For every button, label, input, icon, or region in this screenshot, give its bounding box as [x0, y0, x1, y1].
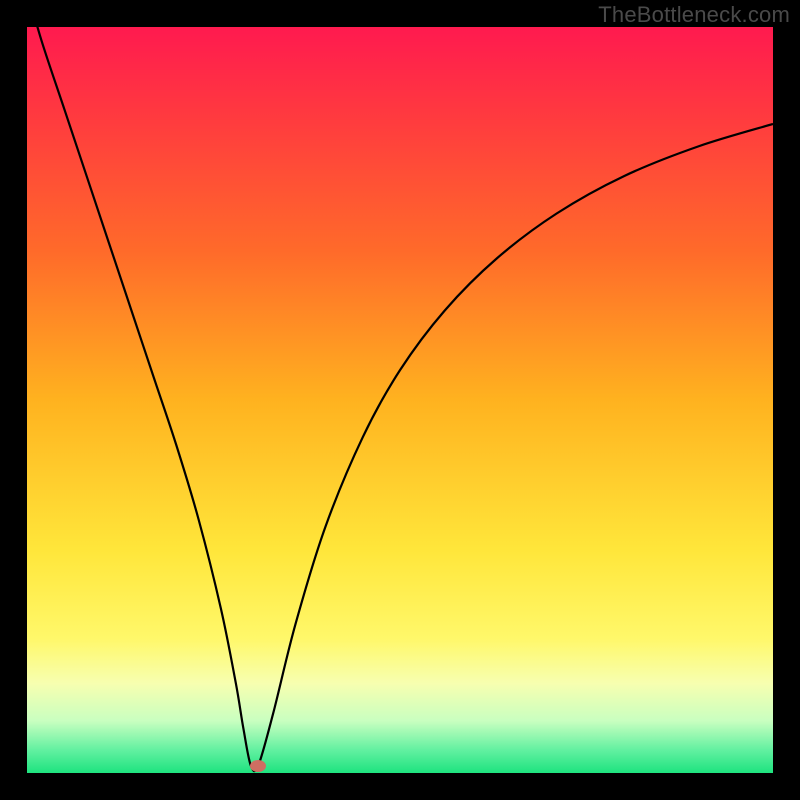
bottleneck-curve: [27, 27, 773, 773]
plot-area: [27, 27, 773, 773]
chart-frame: TheBottleneck.com: [0, 0, 800, 800]
optimum-marker: [250, 760, 266, 772]
watermark-text: TheBottleneck.com: [598, 2, 790, 28]
